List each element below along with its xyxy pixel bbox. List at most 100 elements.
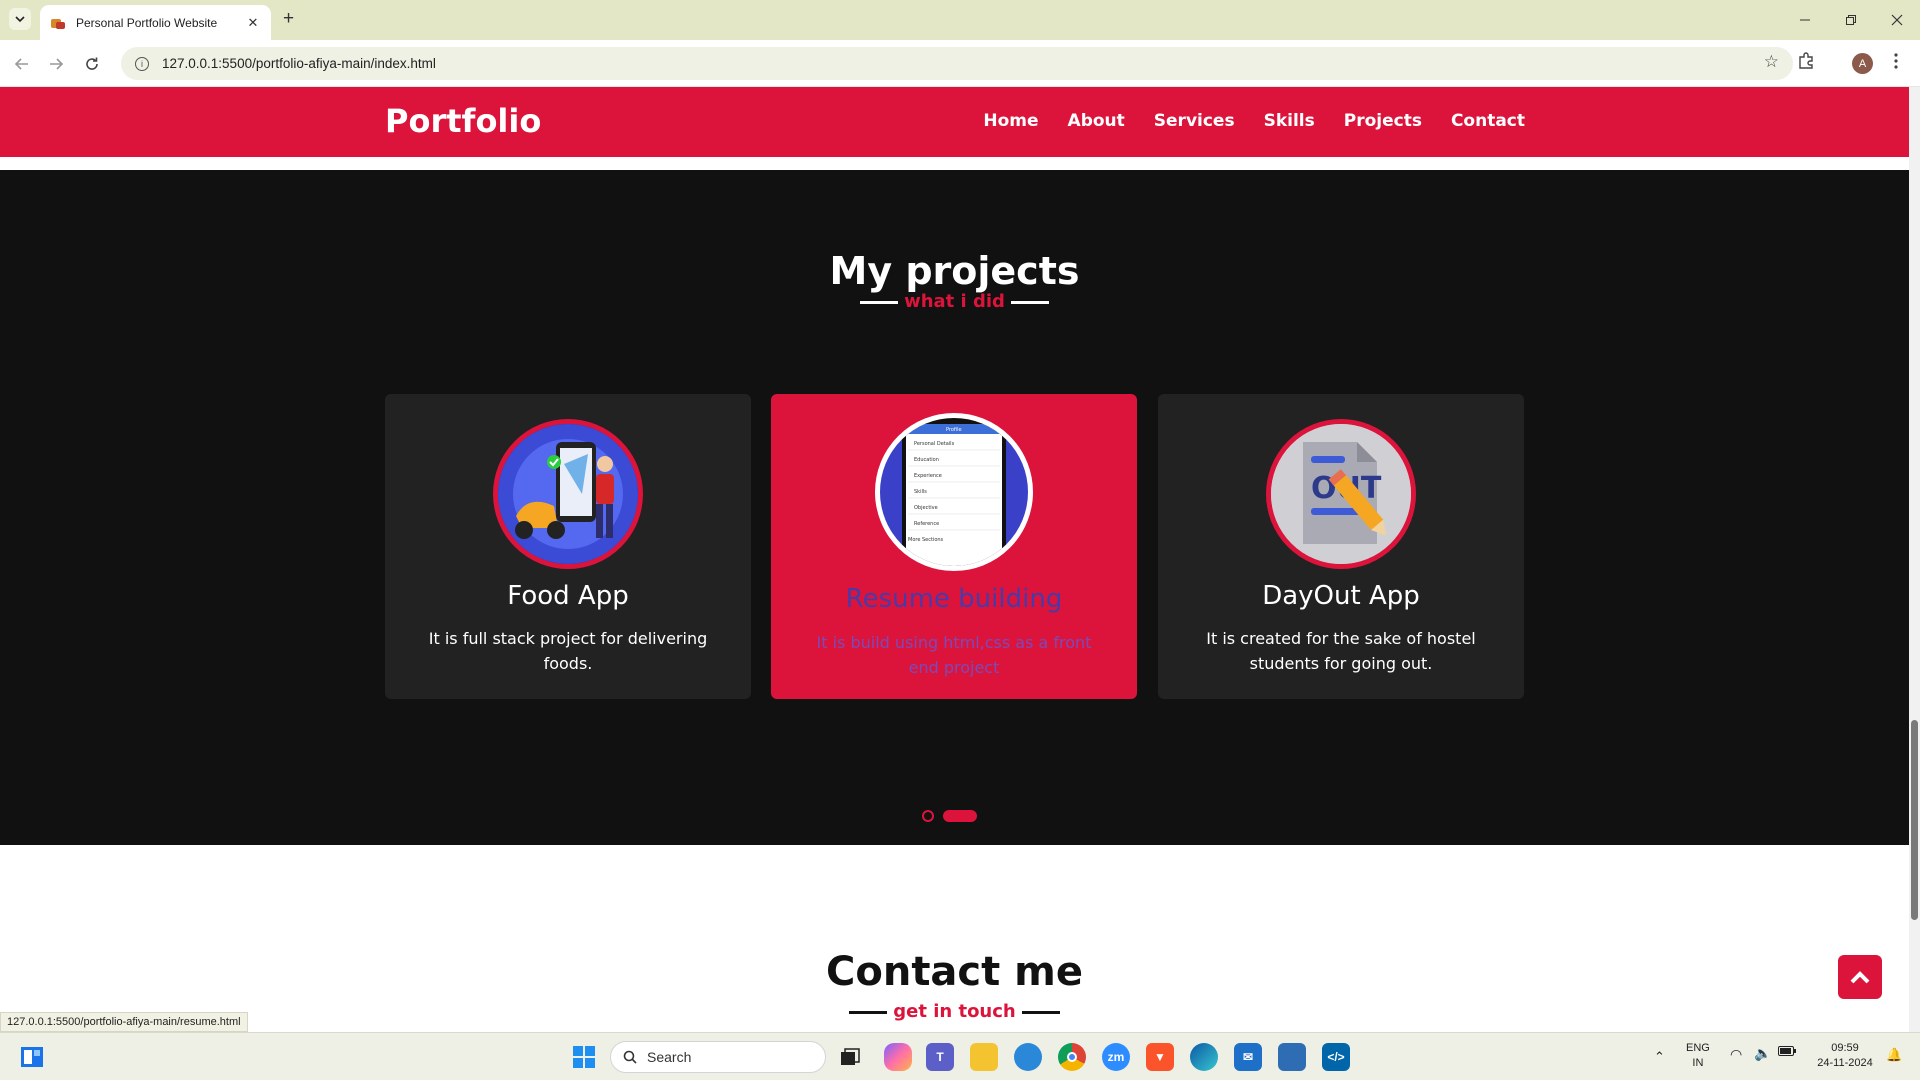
mail-icon: ✉: [1242, 1050, 1254, 1064]
nav-link-about[interactable]: About: [1068, 111, 1125, 131]
food-app-image: [493, 419, 643, 569]
scrollbar-thumb[interactable]: [1911, 720, 1918, 920]
vscode-app[interactable]: </>: [1322, 1043, 1350, 1071]
page-scrollbar[interactable]: [1909, 87, 1920, 1032]
chevron-down-icon: [15, 16, 25, 23]
project-description: It is created for the sake of hostel stu…: [1206, 629, 1476, 673]
project-card-dayout-app[interactable]: OUT DayOut App It is created for the sak…: [1158, 394, 1524, 699]
zoom-app[interactable]: zm: [1102, 1043, 1130, 1071]
notification-bell-icon[interactable]: 🔔: [1886, 1047, 1902, 1062]
taskbar-search[interactable]: Search: [610, 1041, 826, 1073]
divider-line: [1021, 1010, 1060, 1014]
projects-subtitle-text: what i did: [904, 291, 1005, 312]
contact-title: Contact me: [826, 949, 1083, 995]
project-card-food-app[interactable]: Food App It is full stack project for de…: [385, 394, 751, 699]
browser-tab[interactable]: Personal Portfolio Website ✕: [40, 5, 271, 40]
brave-app[interactable]: ▼: [1146, 1043, 1174, 1071]
url-text: 127.0.0.1:5500/portfolio-afiya-main/inde…: [162, 56, 436, 71]
link-status-bubble: 127.0.0.1:5500/portfolio-afiya-main/resu…: [0, 1012, 248, 1032]
nav-link-services[interactable]: Services: [1154, 111, 1235, 131]
widgets-button[interactable]: [18, 1043, 46, 1071]
reload-icon: [86, 57, 98, 70]
chrome-app[interactable]: [1058, 1043, 1086, 1071]
bookmark-star-icon[interactable]: ☆: [1764, 52, 1779, 72]
widgets-icon: [21, 1047, 43, 1067]
zoom-icon: zm: [1107, 1050, 1125, 1064]
tray-overflow-chevron-icon[interactable]: ⌃: [1654, 1049, 1665, 1064]
site-favicon-icon: [50, 16, 66, 30]
task-view-button[interactable]: [836, 1043, 864, 1071]
photos-app[interactable]: [1014, 1043, 1042, 1071]
teams-app[interactable]: T: [926, 1043, 954, 1071]
projects-title: My projects: [829, 249, 1080, 293]
clock[interactable]: 09:59 24-11-2024: [1810, 1041, 1880, 1071]
reload-button[interactable]: [80, 52, 104, 76]
address-bar[interactable]: i 127.0.0.1:5500/portfolio-afiya-main/in…: [121, 47, 1793, 80]
restore-button[interactable]: [1828, 0, 1874, 40]
vscode-icon: </>: [1327, 1050, 1345, 1064]
tab-search-button[interactable]: [9, 8, 31, 30]
arrow-left-icon: [14, 58, 28, 70]
clock-date: 24-11-2024: [1817, 1057, 1873, 1069]
mail-app[interactable]: ✉: [1234, 1043, 1262, 1071]
projects-section: My projects what i did Food App It is fu…: [0, 170, 1909, 845]
profile-avatar[interactable]: A: [1852, 53, 1873, 74]
contact-subtitle: get in touch: [0, 1001, 1909, 1022]
carousel-dot-active[interactable]: [943, 810, 977, 822]
svg-text:Objective: Objective: [914, 505, 938, 511]
start-button[interactable]: [570, 1043, 598, 1071]
restore-icon: [1846, 15, 1856, 25]
minimize-icon: [1800, 19, 1810, 21]
volume-icon[interactable]: 🔈: [1754, 1046, 1771, 1061]
site-logo[interactable]: Portfolio: [385, 102, 541, 140]
forward-button[interactable]: [44, 52, 68, 76]
wifi-icon[interactable]: ◠: [1730, 1047, 1742, 1062]
close-icon: [1891, 14, 1903, 26]
browser-toolbar: i 127.0.0.1:5500/portfolio-afiya-main/in…: [0, 40, 1920, 87]
divider-line: [849, 1010, 888, 1014]
carousel-dot[interactable]: [922, 810, 934, 822]
svg-text:Skills: Skills: [914, 489, 927, 495]
language-indicator[interactable]: ENG IN: [1686, 1041, 1710, 1071]
teams-icon: T: [936, 1050, 944, 1064]
nav-link-skills[interactable]: Skills: [1264, 111, 1315, 131]
site-info-icon[interactable]: i: [135, 56, 149, 71]
nav-link-contact[interactable]: Contact: [1451, 111, 1525, 131]
page-viewport: Portfolio Home About Services Skills Pro…: [0, 87, 1909, 1032]
puzzle-icon: [1799, 52, 1813, 69]
new-tab-button[interactable]: +: [283, 9, 294, 29]
language-bottom: IN: [1692, 1057, 1704, 1069]
divider-line: [860, 300, 899, 304]
copilot-app[interactable]: [884, 1043, 912, 1071]
svg-text:Reference: Reference: [914, 521, 939, 527]
brave-icon: ▼: [1154, 1050, 1166, 1064]
divider-line: [1010, 300, 1049, 304]
tab-close-icon[interactable]: ✕: [245, 15, 261, 31]
svg-text:Experience: Experience: [914, 473, 942, 479]
edge-app[interactable]: [1190, 1043, 1218, 1071]
clock-time: 09:59: [1831, 1042, 1859, 1054]
nav-link-projects[interactable]: Projects: [1344, 111, 1422, 131]
contact-subtitle-text: get in touch: [893, 1001, 1016, 1022]
chevron-up-icon: [1850, 971, 1870, 984]
browser-menu-button[interactable]: [1893, 52, 1899, 74]
nav-menu: Home About Services Skills Projects Cont…: [983, 111, 1525, 131]
extensions-button[interactable]: [1797, 52, 1815, 74]
back-button[interactable]: [10, 52, 34, 76]
close-window-button[interactable]: [1874, 0, 1920, 40]
store-app[interactable]: [1278, 1043, 1306, 1071]
file-explorer-app[interactable]: [970, 1043, 998, 1071]
scroll-to-top-button[interactable]: [1838, 955, 1882, 999]
project-description: It is full stack project for delivering …: [428, 629, 708, 673]
battery-icon[interactable]: [1778, 1046, 1796, 1061]
project-card-resume-building[interactable]: Profile Personal Details Education Exper…: [771, 394, 1137, 699]
taskbar: Search T zm ▼ ✉ </> ⌃ ENG IN ◠ 🔈 09:59 2…: [0, 1032, 1920, 1080]
nav-link-home[interactable]: Home: [983, 111, 1038, 131]
task-view-icon: [841, 1048, 860, 1065]
dayout-app-image: OUT: [1266, 419, 1416, 569]
arrow-right-icon: [50, 58, 64, 70]
tab-strip: Personal Portfolio Website ✕ +: [0, 0, 1920, 40]
search-icon: [623, 1050, 637, 1064]
svg-text:Personal Details: Personal Details: [914, 441, 955, 447]
minimize-button[interactable]: [1782, 0, 1828, 40]
